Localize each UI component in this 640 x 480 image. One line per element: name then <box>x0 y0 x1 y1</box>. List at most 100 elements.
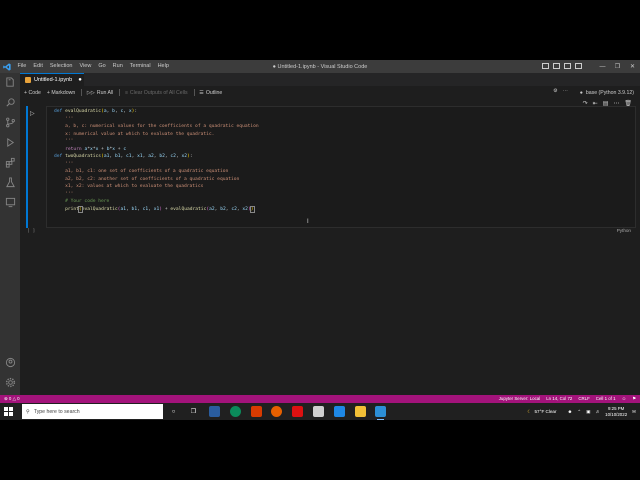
code-line: a2, b2, c2: another set of coefficients … <box>54 176 240 182</box>
cursor-position[interactable]: Ln 14, Col 72 <box>546 396 572 402</box>
code-cell[interactable]: ▷ def evalQuadratic(a, b, c, x): ''' a, … <box>24 106 636 236</box>
tab-untitled-notebook[interactable]: Untitled-1.ipynb ● <box>20 73 84 86</box>
clear-outputs-button[interactable]: ≡ Clear Outputs of All Cells <box>125 90 188 96</box>
firefox-icon[interactable] <box>271 406 282 417</box>
menu-bar: File Edit Selection View Go Run Terminal… <box>14 60 172 73</box>
tab-bar: Untitled-1.ipynb ● <box>20 73 640 86</box>
search-icon: ⚲ <box>26 408 30 415</box>
activity-bar <box>0 73 20 402</box>
windows-start-icon[interactable] <box>4 407 13 416</box>
more-actions-icon[interactable]: ⋯ <box>563 88 568 94</box>
restore-icon[interactable]: ❐ <box>610 60 625 73</box>
code-line: ''' <box>54 116 74 122</box>
manage-gear-icon[interactable] <box>4 376 16 388</box>
unsaved-dot-icon[interactable]: ● <box>78 77 82 83</box>
close-icon[interactable]: ✕ <box>625 60 640 73</box>
cell-language-label[interactable]: Python <box>617 228 631 233</box>
run-cell-icon[interactable]: ▷ <box>30 110 35 117</box>
app-icon[interactable] <box>313 406 324 417</box>
add-code-cell-button[interactable]: + Code <box>24 90 41 96</box>
add-markdown-cell-button[interactable]: + Markdown <box>47 90 75 96</box>
cell-focus-indicator <box>26 106 28 228</box>
edge-icon[interactable] <box>230 406 241 417</box>
variables-gear-icon[interactable]: ⚙ <box>553 88 558 94</box>
outline-button[interactable]: ☰ Outline <box>199 90 222 96</box>
notification-icon[interactable]: ✉ <box>632 409 636 415</box>
jupyter-server-status[interactable]: Jupyter Server: Local <box>499 396 541 402</box>
menu-run[interactable]: Run <box>109 60 126 73</box>
kernel-picker[interactable]: ● base (Python 3.9.12) <box>580 86 634 99</box>
app-icon[interactable] <box>292 406 303 417</box>
show-hidden-icons-icon[interactable]: ⌃ <box>577 409 581 415</box>
run-all-icon: ▷▷ <box>86 89 95 96</box>
explorer-icon[interactable] <box>4 76 16 88</box>
toolbar-divider <box>193 89 195 96</box>
office-icon[interactable] <box>251 406 262 417</box>
code-line: ''' <box>54 139 74 144</box>
remote-icon[interactable] <box>4 196 16 208</box>
volume-icon[interactable]: ♬ <box>596 409 601 414</box>
problems-indicator[interactable]: ⊗ 0 △ 0 <box>4 396 20 402</box>
code-line: x1, x2: values at which to evaluate the … <box>54 184 204 189</box>
menu-selection[interactable]: Selection <box>46 60 76 73</box>
notifications-bell-icon[interactable]: ⚑ <box>632 396 636 402</box>
menu-file[interactable]: File <box>14 60 30 73</box>
kernel-icon: ● <box>579 89 583 96</box>
feedback-icon[interactable]: ☺ <box>622 396 626 402</box>
cortana-icon[interactable]: ○ <box>168 406 179 417</box>
cell-indicator[interactable]: Cell 1 of 1 <box>596 396 616 402</box>
store-icon[interactable] <box>209 406 220 417</box>
people-icon[interactable]: ☻ <box>568 409 573 414</box>
code-line: x: numerical value at which to evaluate … <box>54 131 215 137</box>
title-bar: File Edit Selection View Go Run Terminal… <box>0 60 640 73</box>
network-icon[interactable]: ▣ <box>586 409 590 415</box>
run-debug-icon[interactable] <box>4 136 16 148</box>
task-view-icon[interactable]: ❒ <box>188 406 199 417</box>
code-line: ''' <box>54 161 74 167</box>
toolbar-divider <box>119 89 120 96</box>
vscode-taskbar-icon[interactable] <box>375 406 386 420</box>
run-all-button[interactable]: ▷▷ Run All <box>87 90 113 96</box>
moon-icon: ☾ <box>527 408 532 414</box>
extensions-icon[interactable] <box>4 156 16 168</box>
customize-layout-icon[interactable] <box>575 63 582 69</box>
tab-label: Untitled-1.ipynb <box>34 77 73 83</box>
toggle-panel-icon[interactable] <box>553 63 560 69</box>
toggle-secondary-sidebar-icon[interactable] <box>564 63 571 69</box>
file-explorer-icon[interactable] <box>355 406 366 417</box>
toolbar-right-icons: ⚙ ⋯ <box>553 88 568 94</box>
text-cursor-icon: I <box>307 219 309 225</box>
weather-widget[interactable]: ☾ 57°F Clear <box>527 409 556 415</box>
minimize-icon[interactable]: — <box>595 60 610 73</box>
menu-edit[interactable]: Edit <box>30 60 46 73</box>
execution-count: [ ] <box>27 229 36 234</box>
menu-terminal[interactable]: Terminal <box>126 60 154 73</box>
search-icon[interactable] <box>4 96 16 108</box>
app-icon[interactable] <box>334 406 345 417</box>
windows-taskbar: ⚲ Type here to search ○ ❒ ☾ 57°F Clear ☻… <box>0 403 640 420</box>
code-line: # Your code here <box>54 199 110 204</box>
menu-go[interactable]: Go <box>95 60 109 73</box>
menu-help[interactable]: Help <box>154 60 172 73</box>
accounts-icon[interactable] <box>4 356 16 368</box>
menu-view[interactable]: View <box>76 60 95 73</box>
notebook-toolbar: + Code + Markdown ▷▷ Run All ≡ Clear Out… <box>20 86 640 99</box>
taskbar-search-box[interactable]: ⚲ Type here to search <box>22 404 163 419</box>
code-line: a, b, c: numerical values for the coeffi… <box>54 124 259 129</box>
clock[interactable]: 9:25 PM 10/10/2022 <box>605 406 627 418</box>
source-control-icon[interactable] <box>4 116 16 128</box>
status-bar: ⊗ 0 △ 0 Jupyter Server: Local Ln 14, Col… <box>0 395 640 403</box>
code-line: ''' <box>54 191 74 197</box>
code-line: a1, b1, c1: one set of coefficients of a… <box>54 169 229 174</box>
code-line: def twoQuadratics(a1, b1, c1, x1, a2, b2… <box>54 154 193 159</box>
code-line: return a*x*x + b*x + c <box>65 146 127 152</box>
end-of-line[interactable]: CRLF <box>578 396 589 402</box>
toggle-sidebar-icon[interactable] <box>542 63 549 69</box>
code-line: print(evalQuadratic(a1, b1, c1, x1) + ev… <box>65 205 255 213</box>
notebook-file-icon <box>25 77 31 83</box>
code-line: def evalQuadratic(a, b, c, x): <box>54 109 138 114</box>
testing-icon[interactable] <box>4 176 16 188</box>
vscode-logo-icon <box>0 60 14 73</box>
cell-editor[interactable]: def evalQuadratic(a, b, c, x): ''' a, b,… <box>46 106 636 233</box>
layout-controls <box>542 63 582 69</box>
